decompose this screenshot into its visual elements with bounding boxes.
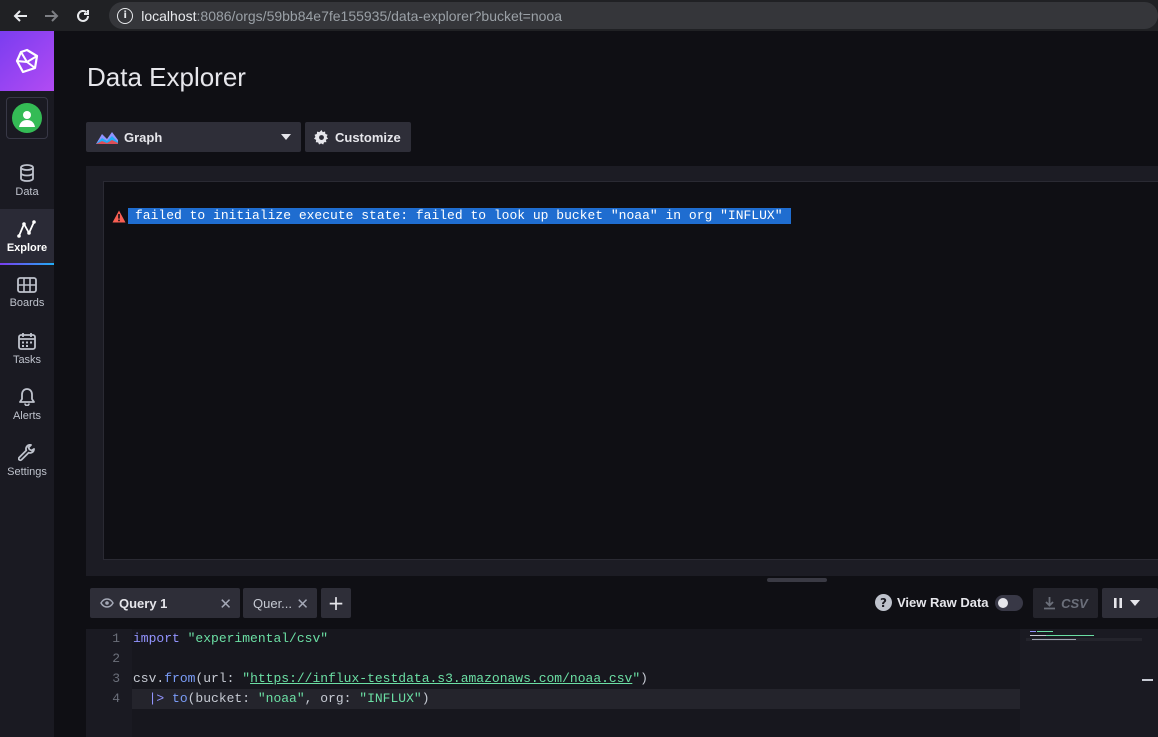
code-token: "experimental/csv" [187,631,329,646]
user-icon [19,111,35,127]
sidebar-item-label: Explore [6,242,48,254]
code-token: |> [148,691,165,706]
graph-label: Graph [124,129,163,145]
view-raw-data-label: View Raw Data [897,595,989,610]
reload-icon[interactable] [72,4,96,28]
tab-query-2[interactable]: Quer... ✕ [243,588,317,618]
csv-label: CSV [1061,595,1088,611]
database-icon [20,164,34,182]
warning-icon [112,210,126,222]
chevron-down-icon [1130,600,1140,606]
code-token: (bucket: [187,691,258,706]
sidebar-item-settings[interactable]: Settings [0,433,54,489]
close-icon[interactable]: ✕ [219,595,232,613]
minimap-line [1030,635,1046,636]
influxdb-logo[interactable] [0,31,54,91]
code-token: " [632,671,641,686]
question-icon[interactable]: ? [875,594,892,611]
gear-icon [314,129,329,145]
sidebar-item-data[interactable]: Data [0,153,54,209]
view-raw-data-toggle[interactable] [994,594,1023,611]
line-number: 4 [112,691,120,706]
avatar [12,103,42,133]
tab-label: Quer... [253,595,293,611]
sidebar-item-label: Tasks [12,354,42,366]
bell-icon [19,388,35,406]
code-token: "noaa" [257,691,305,706]
error-text: failed to initialize execute state: fail… [128,208,791,224]
view-raw-data-control: ? View Raw Data [875,594,1023,611]
plus-icon: + [327,591,345,615]
sidebar-item-label: Boards [9,297,45,309]
browser-toolbar: i localhost:8086/orgs/59bb84e7fe155935/d… [0,0,1158,31]
error-message: failed to initialize execute state: fail… [112,208,791,224]
graph-type-icon [96,132,118,144]
autorefresh-dropdown[interactable] [1102,588,1158,618]
sidebar-item-label: Settings [7,466,47,478]
customize-button[interactable]: Customize [305,122,411,152]
chevron-down-icon [281,134,291,140]
user-avatar-button[interactable] [6,97,48,139]
boards-icon [17,277,37,293]
back-arrow-icon[interactable] [8,4,32,28]
sidebar-item-explore[interactable]: Explore [0,209,54,265]
sidebar-item-alerts[interactable]: Alerts [0,377,54,433]
code-token: " [242,671,251,686]
line-number: 1 [112,631,120,646]
influx-logo-icon [15,48,39,74]
add-query-button[interactable]: + [321,588,351,618]
url-host: localhost [141,7,197,24]
close-icon[interactable]: ✕ [296,595,309,613]
code-url-link[interactable]: https://influx-testdata.s3.amazonaws.com… [250,671,632,686]
explore-icon [17,220,36,238]
code-token: ) [640,671,648,686]
customize-label: Customize [335,129,401,145]
csv-download-button[interactable]: CSV [1033,588,1098,618]
line-number: 3 [112,671,120,686]
line-number: 2 [112,651,120,666]
pause-icon [1114,598,1122,608]
code-token: (url: [195,671,243,686]
tab-label: Query 1 [119,595,168,611]
code-token: to [164,691,188,706]
page-title: Data Explorer [87,62,246,92]
wrench-icon [18,444,35,462]
visualization-type-dropdown[interactable]: Graph [86,122,301,152]
code-token: from [164,671,196,686]
sidebar: Data Explore Boards Tasks Alerts Setting… [0,31,54,737]
site-info-icon[interactable]: i [117,7,134,24]
code-token: "INFLUX" [359,691,422,706]
address-bar[interactable]: i localhost:8086/orgs/59bb84e7fe155935/d… [109,2,1158,29]
forward-arrow-icon[interactable] [40,4,64,28]
download-icon [1044,597,1056,610]
code-token: import [133,631,180,646]
sidebar-item-tasks[interactable]: Tasks [0,321,54,377]
editor-minimap[interactable] [1026,629,1158,737]
minimap-cursor [1142,679,1153,681]
code-line-3: csv.from(url: "https://influx-testdata.s… [133,669,648,689]
minimap-line [1037,631,1053,632]
code-token: csv. [133,671,165,686]
code-token: ) [421,691,430,706]
calendar-icon [18,333,36,350]
minimap-line [1030,631,1036,632]
graph-area [103,181,1158,560]
line-number-gutter: 1 2 3 4 [86,629,132,737]
sidebar-item-label: Data [15,186,39,198]
minimap-line [1046,635,1094,636]
panel-resize-handle[interactable] [767,578,827,582]
eye-icon[interactable] [100,598,114,608]
tab-query-1[interactable]: Query 1 ✕ [90,588,240,618]
code-line-1: import "experimental/csv" [133,629,328,649]
code-token: , org: [304,691,360,706]
sidebar-item-boards[interactable]: Boards [0,265,54,321]
code-line-4: |> to(bucket: "noaa", org: "INFLUX") [133,689,430,709]
minimap-line [1032,639,1076,640]
sidebar-item-label: Alerts [12,410,42,422]
query-editor[interactable]: 1 2 3 4 import "experimental/csv" csv.fr… [86,629,1158,737]
url-path: :8086/orgs/59bb84e7fe155935/data-explore… [196,7,562,24]
